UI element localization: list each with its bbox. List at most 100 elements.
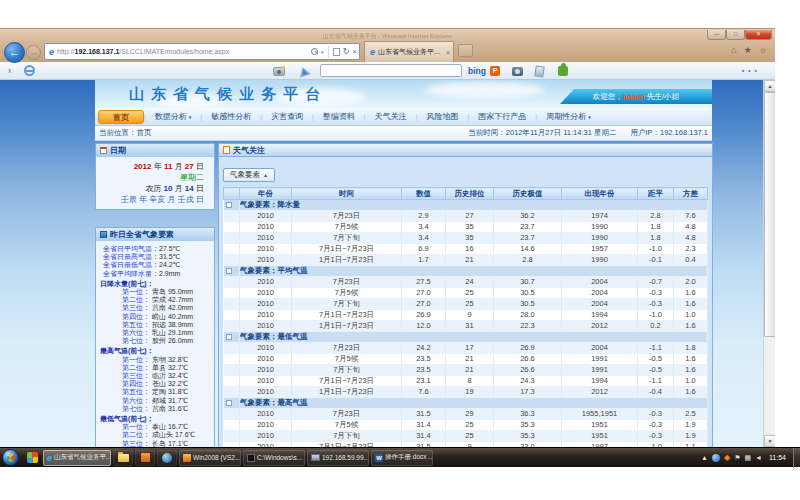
bing-logo[interactable]: bing bbox=[468, 66, 486, 76]
mediablue-icon bbox=[162, 453, 172, 463]
window-title: 山东省气候业务平台 - Windows Internet Explorer bbox=[0, 32, 775, 41]
taskbar-explorer[interactable] bbox=[113, 450, 133, 466]
nav-item-6[interactable]: 风险地图 bbox=[417, 111, 467, 122]
nav-item-7[interactable]: 国家下行产品 bbox=[469, 111, 535, 122]
home-icon[interactable]: ⌂ bbox=[731, 45, 736, 55]
calendar-icon bbox=[100, 147, 107, 154]
table-data-row[interactable]: 20101月1日~7月23日12.03122.320120.21.6 bbox=[224, 321, 708, 332]
search-dropdown-icon[interactable]: ▾ bbox=[321, 49, 324, 55]
table-data-row[interactable]: 20107月5候31.42535.31951-0.31.9 bbox=[224, 420, 708, 431]
weather-panel-title: 天气关注 bbox=[233, 145, 265, 156]
table-data-row[interactable]: 20107月5候23.52126.61991-0.51.6 bbox=[224, 354, 708, 365]
blocker-icon[interactable] bbox=[24, 65, 35, 76]
nav-item-8[interactable]: 周期性分析▾ bbox=[537, 111, 600, 122]
nav-item-home[interactable]: 首页 bbox=[98, 110, 144, 124]
table-data-row[interactable]: 20101月1日~7月23日7.61917.32012-0.41.6 bbox=[224, 387, 708, 398]
tray-volume-icon[interactable]: ◄ bbox=[755, 454, 762, 461]
table-data-row[interactable]: 20107月23日2.92736.219742.87.6 bbox=[224, 211, 708, 222]
taskbar-cmd-window[interactable]: C:\Windows\s... bbox=[243, 450, 305, 466]
rank-row: 第四位： 崂山 40.2mm bbox=[98, 313, 212, 321]
scroll-up-arrow[interactable]: ▲ bbox=[764, 80, 775, 92]
table-data-row[interactable]: 20101月1日~7月23日1.7212.81990-0.10.4 bbox=[224, 255, 708, 266]
table-header-cell: 年份 bbox=[240, 188, 292, 200]
nav-item-4[interactable]: 整编资料 bbox=[314, 111, 364, 122]
taskbar-vm-window[interactable]: Win2008 (VS2... bbox=[179, 450, 241, 466]
new-tab-button[interactable] bbox=[458, 44, 473, 57]
taskbar-ie-window[interactable]: e山东省气候业务平... bbox=[43, 450, 111, 466]
table-header-cell: 历史排位 bbox=[446, 188, 494, 200]
toolbar-search-input[interactable] bbox=[320, 64, 462, 77]
rank-row: 第二位： 单县 32.7℃ bbox=[98, 364, 212, 372]
show-desktop-button[interactable] bbox=[793, 448, 800, 468]
nav-item-5[interactable]: 天气关注 bbox=[366, 111, 416, 122]
table-data-row[interactable]: 20107月下旬23.52126.61991-0.51.6 bbox=[224, 365, 708, 376]
scrollbar-thumb[interactable] bbox=[764, 92, 775, 337]
tray-overflow-icon[interactable]: ▲ bbox=[701, 454, 708, 461]
table-data-row[interactable]: 20107月5候3.43523.719901.84.8 bbox=[224, 222, 708, 233]
maximize-button[interactable]: □ bbox=[726, 30, 745, 40]
settings-gear-icon[interactable]: ☼ bbox=[759, 45, 767, 55]
paper-plane-icon[interactable] bbox=[297, 65, 311, 77]
toolbar-close-icon[interactable]: x bbox=[8, 67, 12, 74]
favorites-star-icon[interactable]: ★ bbox=[744, 45, 752, 55]
tray-display-icon[interactable]: ▦ bbox=[744, 454, 751, 461]
ie-favicon: e bbox=[49, 47, 54, 57]
taskbar-clock: 11:54 bbox=[769, 454, 786, 461]
toolbar-icon-1[interactable] bbox=[512, 67, 523, 76]
taskbar-pin-icon[interactable] bbox=[27, 452, 38, 463]
camera-icon[interactable] bbox=[273, 67, 285, 76]
start-button[interactable] bbox=[2, 449, 19, 466]
refresh-icon[interactable]: ↻ bbox=[343, 48, 350, 56]
table-group-row[interactable]: 气象要素：最高气温 bbox=[224, 398, 708, 409]
province-stat-row: 全省日最高气温：31.5℃ bbox=[98, 253, 212, 261]
table-data-row[interactable]: 20107月下旬27.02530.52004-0.31.6 bbox=[224, 299, 708, 310]
minimize-button[interactable]: — bbox=[707, 30, 726, 40]
search-icon[interactable] bbox=[311, 48, 318, 55]
group-checkbox[interactable] bbox=[226, 202, 232, 208]
tray-network-icon[interactable] bbox=[712, 454, 720, 462]
taskbar-rdp-window[interactable]: 192.168.59.99... bbox=[307, 450, 369, 466]
nav-item-2[interactable]: 敏感性分析 bbox=[202, 111, 260, 122]
taskbar-word-doc[interactable]: W操作手册.docx .. bbox=[371, 450, 433, 466]
compatibility-icon[interactable] bbox=[333, 48, 340, 56]
table-data-row[interactable]: 20107月23日31.52936.31955,1951-0.32.5 bbox=[224, 409, 708, 420]
taskbar-app-orange[interactable] bbox=[135, 450, 155, 466]
table-group-row[interactable]: 气象要素：平均气温 bbox=[224, 266, 708, 277]
table-group-row[interactable]: 气象要素：降水量 bbox=[224, 200, 708, 211]
browser-tab[interactable]: e 山东省气候业务平... × bbox=[364, 41, 454, 62]
rank-section-title: 日降水量(前七)： bbox=[98, 280, 212, 288]
nav-item-1[interactable]: 数据分析▾ bbox=[146, 111, 201, 122]
table-data-row[interactable]: 20107月下旬3.43523.719901.84.8 bbox=[224, 233, 708, 244]
table-group-row[interactable]: 气象要素：最低气温 bbox=[224, 332, 708, 343]
user-ip: 用户IP：192.168.137.1 bbox=[630, 128, 708, 138]
toolbar-p-icon[interactable]: P bbox=[490, 66, 500, 76]
tab-close-icon[interactable]: × bbox=[446, 49, 450, 56]
vertical-scrollbar[interactable]: ▲ ▼ bbox=[763, 80, 775, 447]
table-data-row[interactable]: 20107月23日24.21726.92004-1.11.8 bbox=[224, 343, 708, 354]
table-data-row[interactable]: 20107月下旬31.42535.31951-0.31.9 bbox=[224, 431, 708, 442]
tray-flag-icon[interactable]: ⚑ bbox=[734, 454, 740, 461]
element-filter-button[interactable]: 气象要素▲ bbox=[223, 168, 275, 182]
site-header: 山东省气候业务平台 欢迎您，admin 先生/小姐 bbox=[95, 80, 712, 108]
close-button[interactable]: × bbox=[745, 30, 772, 40]
tray-flame-icon[interactable]: ◆ bbox=[724, 454, 730, 462]
nav-item-3[interactable]: 灾害查询 bbox=[262, 111, 312, 122]
group-checkbox[interactable] bbox=[226, 400, 232, 406]
table-data-row[interactable]: 20107月1日~7月23日6.91614.61957-1.02.3 bbox=[224, 244, 708, 255]
scroll-down-arrow[interactable]: ▼ bbox=[764, 435, 775, 447]
table-data-row[interactable]: 20107月1日~7月23日23.1824.31994-1.11.0 bbox=[224, 376, 708, 387]
stop-icon[interactable]: × bbox=[352, 48, 357, 56]
rank-row: 第三位： 临沂 32.4℃ bbox=[98, 372, 212, 380]
table-data-row[interactable]: 20107月1日~7月23日26.9928.01994-1.01.0 bbox=[224, 310, 708, 321]
table-data-row[interactable]: 20107月23日27.52430.72004-0.72.0 bbox=[224, 277, 708, 288]
toolbar-icon-2[interactable] bbox=[534, 65, 544, 77]
address-bar[interactable]: e http://192.168.137.1/SLCCLIMATE/module… bbox=[44, 43, 360, 60]
toolbar-more-icon[interactable]: ••• bbox=[742, 67, 761, 74]
group-checkbox[interactable] bbox=[226, 268, 232, 274]
forward-button[interactable]: → bbox=[26, 45, 41, 60]
table-data-row[interactable]: 20107月5候27.02530.52004-0.31.6 bbox=[224, 288, 708, 299]
toolbar-icon-3[interactable] bbox=[558, 66, 568, 76]
taskbar-media-player[interactable] bbox=[157, 450, 177, 466]
back-button[interactable]: ← bbox=[4, 42, 25, 63]
group-checkbox[interactable] bbox=[226, 334, 232, 340]
